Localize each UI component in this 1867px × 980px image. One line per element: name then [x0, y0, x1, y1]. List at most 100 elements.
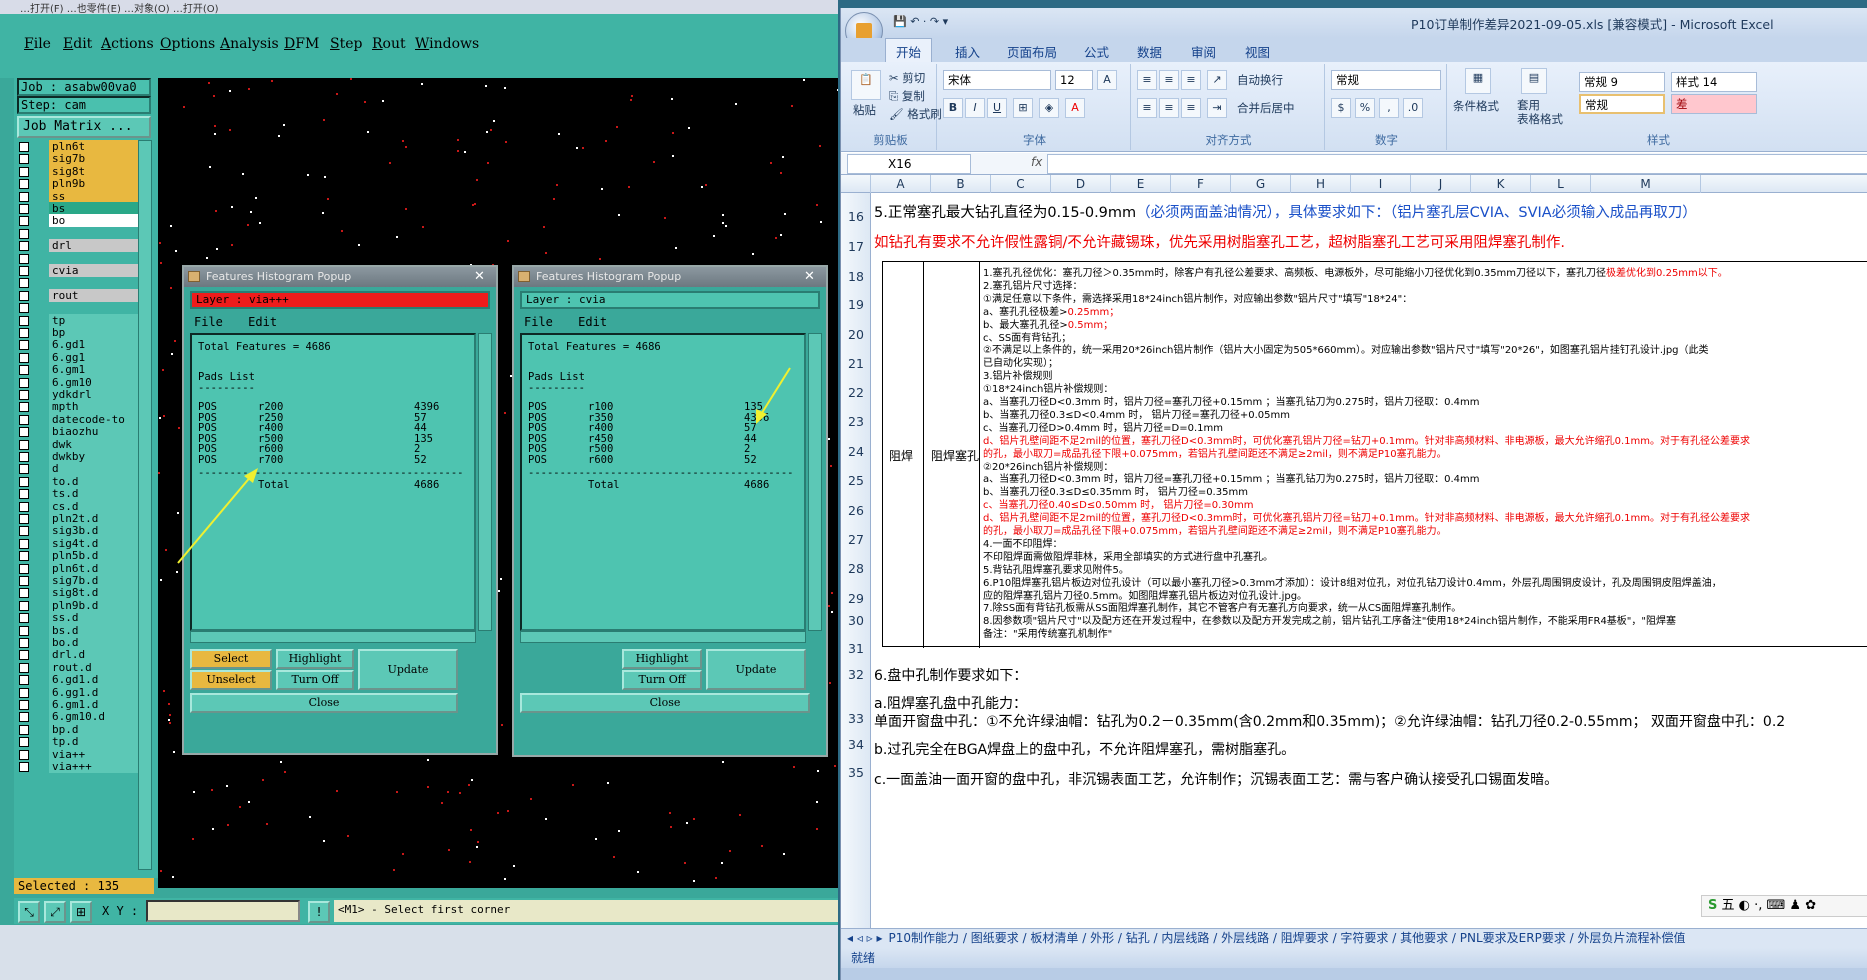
- column-header[interactable]: L: [1531, 175, 1591, 193]
- row-header[interactable]: 22: [841, 385, 871, 400]
- table-format-icon[interactable]: ▤: [1521, 68, 1547, 94]
- tab-formulas[interactable]: 公式: [1084, 42, 1109, 61]
- indent-icon[interactable]: ⇥: [1207, 98, 1227, 118]
- excel-window: 💾 ↶ · ↷ ▾ P10订单制作差异2021-09-05.xls [兼容模式]…: [840, 8, 1867, 980]
- column-header[interactable]: A: [871, 175, 931, 193]
- row-header[interactable]: 29: [841, 591, 871, 606]
- row-header[interactable]: 27: [841, 532, 871, 547]
- cut-button[interactable]: ✂ 剪切: [889, 70, 925, 86]
- copy-label: 复制: [901, 89, 925, 103]
- tab-data[interactable]: 数据: [1137, 42, 1162, 61]
- align-middle-icon[interactable]: ≡: [1159, 70, 1179, 90]
- font-color-icon[interactable]: A: [1065, 98, 1085, 118]
- row-header[interactable]: 19: [841, 297, 871, 312]
- ime-toolbar[interactable]: S 五 ◐ ·, ⌨ ♟ ✿: [1701, 895, 1867, 917]
- zoom-icon[interactable]: ⤡: [18, 901, 40, 923]
- row-header[interactable]: 17: [841, 239, 871, 254]
- xy-input[interactable]: [146, 900, 300, 922]
- style-bad[interactable]: 差: [1671, 94, 1757, 114]
- tab-review[interactable]: 审阅: [1191, 42, 1216, 61]
- row-header[interactable]: 25: [841, 473, 871, 488]
- info-icon[interactable]: !: [308, 901, 330, 923]
- orientation-icon[interactable]: ↗: [1207, 70, 1227, 90]
- border-icon[interactable]: ⊞: [1013, 98, 1033, 118]
- column-header[interactable]: D: [1051, 175, 1111, 193]
- formula-bar: X16 fx: [841, 153, 1867, 175]
- column-header[interactable]: F: [1171, 175, 1231, 193]
- tab-page-layout[interactable]: 页面布局: [1007, 42, 1057, 61]
- conditional-format-button[interactable]: 条件格式: [1453, 98, 1499, 114]
- row-header[interactable]: 34: [841, 737, 871, 752]
- worksheet-grid[interactable]: 5.正常塞孔最大钻孔直径为0.15-0.9mm（必须两面盖油情况），具体要求如下…: [872, 193, 1867, 928]
- detail-text: ②不满足以上条件的，统一采用20*26inch铝片制作（铝片大小固定为505*6…: [983, 345, 1709, 357]
- align-right-icon[interactable]: ≡: [1181, 98, 1201, 118]
- italic-icon[interactable]: I: [965, 98, 985, 118]
- row-header[interactable]: 18: [841, 269, 871, 284]
- column-header[interactable]: H: [1291, 175, 1351, 193]
- copy-button[interactable]: ⎘ 复制: [889, 88, 925, 104]
- arrow-line: [759, 367, 791, 417]
- font-name-select[interactable]: 宋体: [943, 70, 1051, 90]
- align-center-icon[interactable]: ≡: [1159, 98, 1179, 118]
- column-header[interactable]: M: [1591, 175, 1701, 193]
- row-header[interactable]: 24: [841, 444, 871, 459]
- format-painter-button[interactable]: 🖌 格式刷: [889, 106, 942, 122]
- select-all-corner[interactable]: [841, 175, 871, 193]
- tab-home[interactable]: 开始: [885, 38, 933, 62]
- column-header[interactable]: E: [1111, 175, 1171, 193]
- tab-view[interactable]: 视图: [1245, 42, 1270, 61]
- grow-font-icon[interactable]: A: [1097, 70, 1117, 90]
- grid-icon[interactable]: ⊞: [70, 901, 92, 923]
- number-format-select[interactable]: 常规: [1331, 70, 1441, 90]
- row-header[interactable]: 28: [841, 561, 871, 576]
- wrap-text-button[interactable]: 自动换行: [1237, 72, 1283, 88]
- conditional-format-icon[interactable]: ▦: [1465, 68, 1491, 94]
- column-header[interactable]: B: [931, 175, 991, 193]
- row-header[interactable]: 35: [841, 765, 871, 780]
- alignment-group-label: 对齐方式: [1205, 133, 1252, 147]
- style-normal-9[interactable]: 常规 9: [1579, 72, 1665, 92]
- currency-icon[interactable]: $: [1331, 98, 1351, 118]
- sheet-tab-list[interactable]: P10制作能力 / 图纸要求 / 板材清单 / 外形 / 钻孔 / 内层线路 /…: [889, 931, 1686, 945]
- row-header[interactable]: 32: [841, 667, 871, 682]
- row-header[interactable]: 26: [841, 503, 871, 518]
- merge-center-button[interactable]: 合并后居中: [1237, 100, 1295, 116]
- align-bottom-icon[interactable]: ≡: [1181, 70, 1201, 90]
- align-left-icon[interactable]: ≡: [1137, 98, 1157, 118]
- column-header[interactable]: I: [1351, 175, 1411, 193]
- column-header[interactable]: J: [1411, 175, 1471, 193]
- row-header[interactable]: 33: [841, 711, 871, 726]
- formula-input[interactable]: [1047, 154, 1867, 174]
- column-header[interactable]: G: [1231, 175, 1291, 193]
- row-header[interactable]: 20: [841, 327, 871, 342]
- row-header[interactable]: 16: [841, 209, 871, 224]
- row-header[interactable]: 21: [841, 356, 871, 371]
- table-format-button[interactable]: 套用 表格格式: [1517, 98, 1563, 126]
- fx-icon[interactable]: fx: [1031, 155, 1042, 169]
- row-header[interactable]: 30: [841, 613, 871, 628]
- quick-access-toolbar[interactable]: 💾 ↶ · ↷ ▾: [893, 15, 948, 28]
- fill-color-icon[interactable]: ◈: [1039, 98, 1059, 118]
- row-header[interactable]: 31: [841, 641, 871, 656]
- name-box[interactable]: X16: [847, 154, 971, 174]
- pan-icon[interactable]: ⤢: [44, 901, 66, 923]
- detail-line: 1.塞孔孔径优化：塞孔刀径＞0.35mm时，除客户有孔径公差要求、高频板、电源板…: [983, 264, 1728, 279]
- office-logo-icon: [856, 23, 872, 39]
- sheet-tabs[interactable]: ◂ ◃ ▹ ▸ P10制作能力 / 图纸要求 / 板材清单 / 外形 / 钻孔 /…: [841, 928, 1867, 948]
- bold-icon[interactable]: B: [943, 98, 963, 118]
- comma-icon[interactable]: ,: [1379, 98, 1399, 118]
- percent-icon[interactable]: %: [1355, 98, 1375, 118]
- paste-button[interactable]: 粘贴: [853, 102, 876, 118]
- paste-icon[interactable]: 📋: [851, 70, 881, 100]
- sheet-nav-icon[interactable]: ◂ ◃ ▹ ▸: [841, 931, 889, 945]
- decimal-icon[interactable]: .0: [1403, 98, 1423, 118]
- row-header[interactable]: 23: [841, 414, 871, 429]
- underline-icon[interactable]: U: [987, 98, 1007, 118]
- font-size-select[interactable]: 12: [1055, 70, 1093, 90]
- style-normal[interactable]: 常规: [1579, 94, 1665, 114]
- align-top-icon[interactable]: ≡: [1137, 70, 1157, 90]
- column-header[interactable]: C: [991, 175, 1051, 193]
- column-header[interactable]: K: [1471, 175, 1531, 193]
- style-14[interactable]: 样式 14: [1671, 72, 1757, 92]
- tab-insert[interactable]: 插入: [955, 42, 980, 61]
